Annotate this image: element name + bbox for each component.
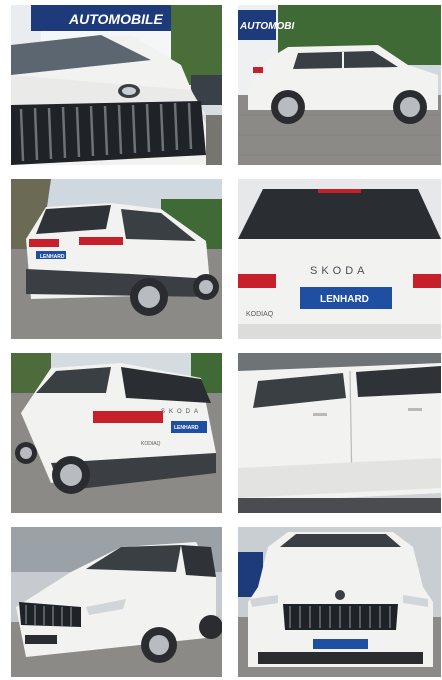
photo-rear-three-quarter-2[interactable]: SKODA LENHARD KODIAQ: [11, 353, 222, 513]
brand-lettering: SKODA: [310, 265, 369, 277]
photo-front-grille-image: AUTOMOBILE: [11, 5, 222, 165]
license-plate-text: LENHARD: [40, 254, 65, 260]
photo-front-view-image: [238, 527, 441, 677]
brand-lettering-2: SKODA: [161, 409, 202, 415]
photo-front-grille[interactable]: AUTOMOBILE: [11, 5, 222, 165]
photo-rear-three-quarter-image: LENHARD: [11, 179, 222, 339]
photo-rear-three-quarter-2-image: SKODA LENHARD KODIAQ: [11, 353, 222, 513]
photo-side-profile[interactable]: AUTOMOBI: [238, 5, 441, 165]
photo-side-doors[interactable]: [238, 353, 441, 513]
photo-front-three-quarter-image: [11, 527, 222, 677]
photo-front-view[interactable]: [238, 527, 441, 677]
photo-rear-close-up-image: SKODA LENHARD KODIAQ: [238, 179, 441, 339]
photo-gallery: AUTOMOBILE AUTOMOBI LENHARD SKODA LENHAR…: [0, 0, 442, 680]
license-plate-text-3: LENHARD: [174, 425, 199, 431]
photo-side-doors-image: [238, 353, 441, 513]
model-badge: KODIAQ: [246, 311, 274, 318]
dealer-sign-text: AUTOMOBILE: [68, 11, 164, 27]
license-plate-text-2: LENHARD: [320, 294, 369, 305]
photo-front-three-quarter[interactable]: [11, 527, 222, 677]
photo-rear-three-quarter[interactable]: LENHARD: [11, 179, 222, 339]
dealer-sign-text-2: AUTOMOBI: [239, 21, 294, 32]
photo-side-profile-image: AUTOMOBI: [238, 5, 441, 165]
photo-rear-close-up[interactable]: SKODA LENHARD KODIAQ: [238, 179, 441, 339]
model-badge-2: KODIAQ: [141, 441, 161, 447]
